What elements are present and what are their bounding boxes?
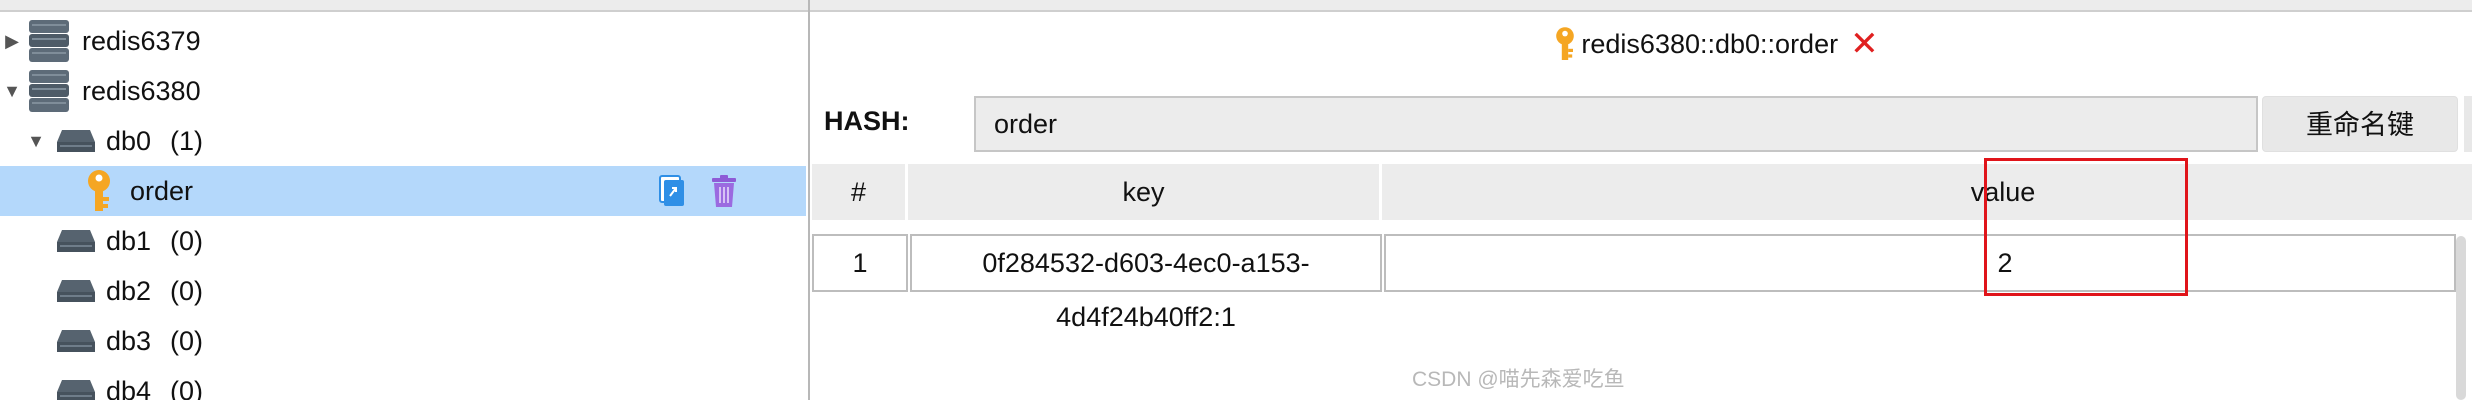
key-icon <box>1553 26 1577 62</box>
database-icon <box>56 128 96 154</box>
db-name: db3 <box>106 325 152 356</box>
key-name-field[interactable]: order <box>974 96 2258 152</box>
tree-server-redis6379[interactable]: ▶ redis6379 <box>0 16 806 66</box>
server-name: redis6379 <box>82 25 201 56</box>
table-scrollbar[interactable] <box>2456 236 2466 400</box>
server-icon <box>28 69 70 113</box>
key-icon <box>84 169 114 213</box>
key-detail-panel: redis6380::db0::order ✕ HASH: order 重命名键… <box>810 0 2472 400</box>
collapse-arrow-icon[interactable]: ▼ <box>2 81 22 102</box>
key-tab[interactable]: redis6380::db0::order ✕ <box>810 22 2472 66</box>
server-name: redis6380 <box>82 75 201 106</box>
close-icon[interactable]: ✕ <box>1850 27 1879 61</box>
db-name: db4 <box>106 375 152 400</box>
trash-icon[interactable] <box>708 174 740 208</box>
collapse-arrow-icon[interactable]: ▼ <box>26 131 46 152</box>
tab-title-text: redis6380::db0::order <box>1581 28 1839 59</box>
db-name: db2 <box>106 275 152 306</box>
detail-top-bar <box>810 0 2472 12</box>
db-name: db1 <box>106 225 152 256</box>
connection-tree: ▶ redis6379 ▼ redis6380 ▼ db0 (1) order <box>0 0 810 400</box>
db-key-count: (1) <box>170 125 203 156</box>
expand-arrow-icon[interactable]: ▶ <box>2 31 22 52</box>
key-type-label: HASH: <box>824 106 910 136</box>
column-header-value-label: value <box>1970 177 2036 207</box>
tree-db-db2[interactable]: db2 (0) <box>0 266 806 316</box>
db-key-count: (0) <box>170 275 203 306</box>
database-icon <box>56 228 96 254</box>
column-header-key[interactable]: key <box>908 164 1382 220</box>
database-icon <box>56 328 96 354</box>
column-header-index[interactable]: # <box>812 164 908 220</box>
tree-key-order[interactable]: order <box>0 166 806 216</box>
next-button-edge[interactable] <box>2464 96 2472 152</box>
db-key-count: (0) <box>170 325 203 356</box>
tree-db-db0[interactable]: ▼ db0 (1) <box>0 116 806 166</box>
table-cell-key[interactable]: 0f284532-d603-4ec0-a153-4d4f24b40ff2:1 <box>910 234 1382 332</box>
table-cell-index[interactable]: 1 <box>812 234 908 292</box>
database-icon <box>56 378 96 400</box>
tree-server-redis6380[interactable]: ▼ redis6380 <box>0 66 806 116</box>
key-row-actions <box>656 174 740 208</box>
tree-db-db4[interactable]: db4 (0) <box>0 366 806 400</box>
table-cell-value-text: 2 <box>1997 248 2013 278</box>
column-header-value[interactable]: value <box>1382 164 2472 220</box>
rename-key-button[interactable]: 重命名键 <box>2262 96 2458 152</box>
copy-icon[interactable] <box>656 174 688 208</box>
db-key-count: (0) <box>170 225 203 256</box>
tree-db-db3[interactable]: db3 (0) <box>0 316 806 366</box>
table-cell-value[interactable]: 2 <box>1384 234 2456 292</box>
server-icon <box>28 19 70 63</box>
key-name: order <box>130 175 194 206</box>
tree-db-db1[interactable]: db1 (0) <box>0 216 806 266</box>
tree-top-bar <box>0 0 808 12</box>
db-name: db0 <box>106 125 152 156</box>
db-key-count: (0) <box>170 375 203 400</box>
watermark: CSDN @喵先森爱吃鱼 <box>1412 368 1625 391</box>
database-icon <box>56 278 96 304</box>
